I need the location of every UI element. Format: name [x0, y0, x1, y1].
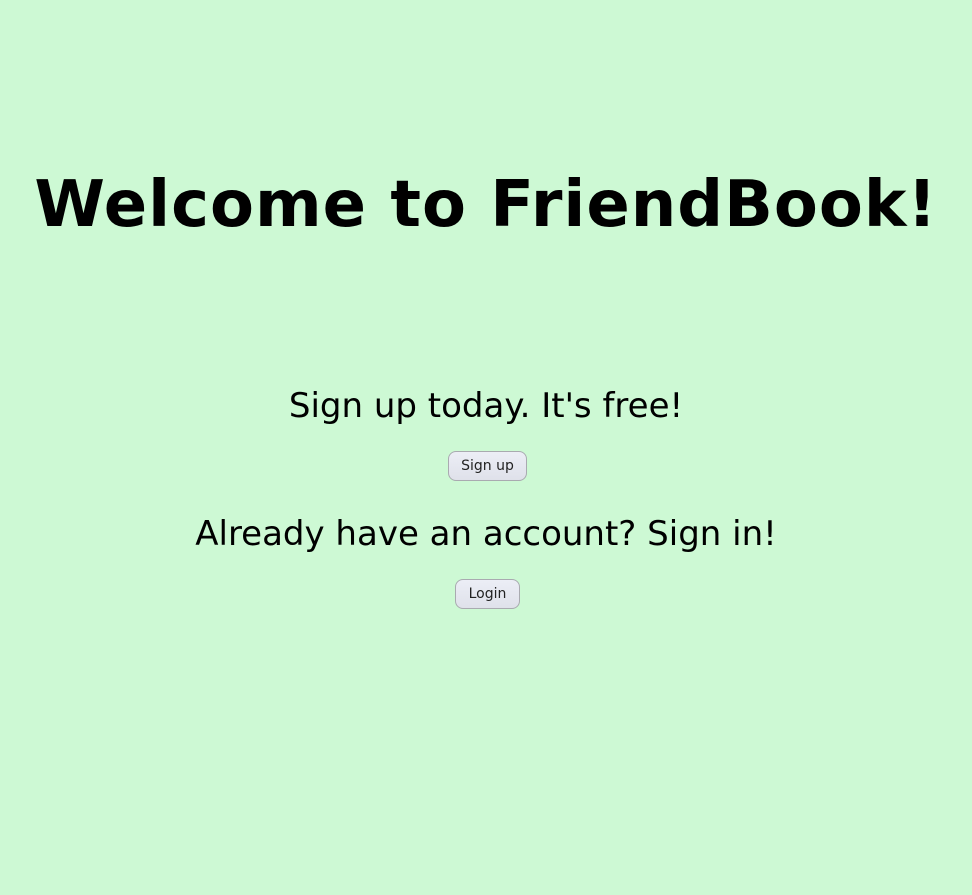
- signup-prompt: Sign up today. It's free!: [288, 386, 684, 426]
- page-title: Welcome to FriendBook!: [34, 168, 938, 242]
- login-prompt: Already have an account? Sign in!: [195, 514, 777, 554]
- landing-page: Welcome to FriendBook! Sign up today. It…: [0, 0, 972, 895]
- login-button[interactable]: Login: [455, 579, 520, 609]
- sign-up-button[interactable]: Sign up: [448, 451, 527, 481]
